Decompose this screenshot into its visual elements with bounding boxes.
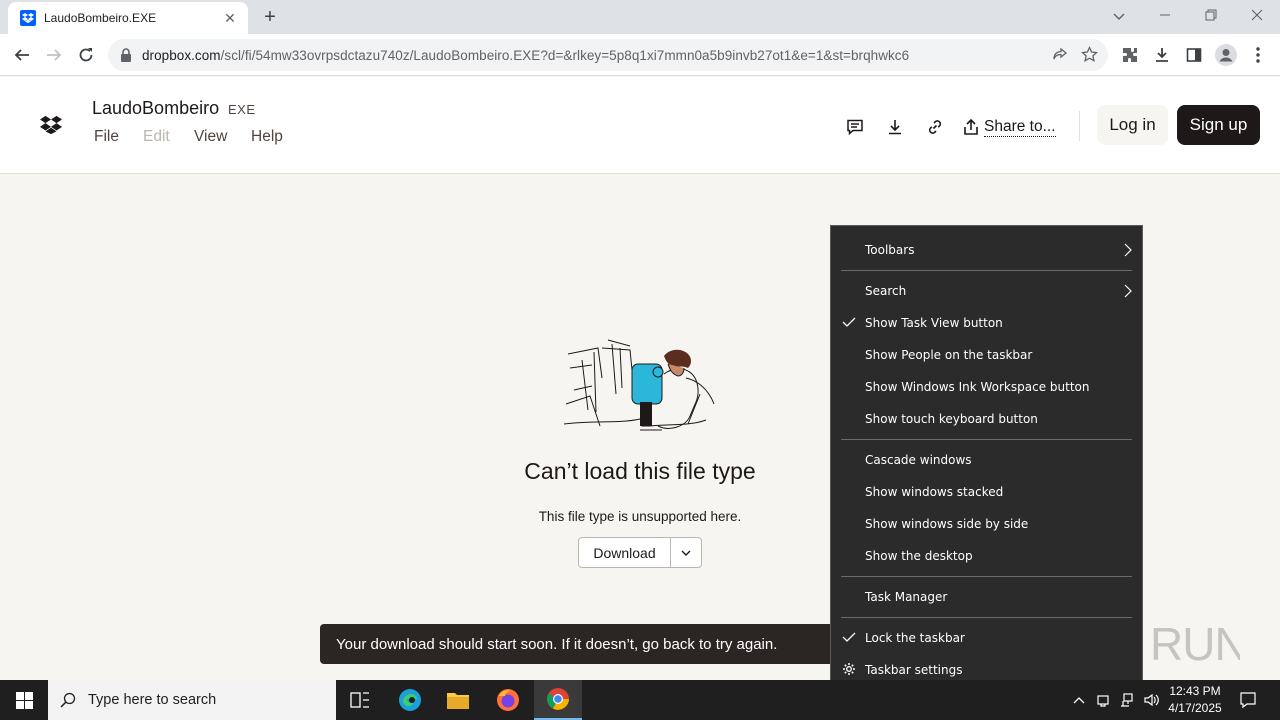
- chrome-app-button[interactable]: [534, 680, 582, 720]
- chevron-down-icon[interactable]: [671, 538, 701, 567]
- tray-app-icon[interactable]: [1093, 690, 1113, 710]
- bookmark-star-icon[interactable]: [1081, 45, 1098, 68]
- menu-item-windows-stacked[interactable]: Show windows stacked: [831, 476, 1142, 508]
- close-window-button[interactable]: [1234, 4, 1280, 28]
- tab-close-icon[interactable]: ✕: [222, 10, 238, 27]
- dropbox-favicon: [20, 10, 36, 26]
- download-button-group: Download: [578, 537, 702, 568]
- chevron-right-icon: [1124, 243, 1132, 257]
- comment-icon[interactable]: [843, 115, 867, 139]
- extensions-icon[interactable]: [1118, 43, 1142, 67]
- menu-view[interactable]: View: [194, 128, 227, 146]
- download-button[interactable]: Download: [579, 538, 671, 567]
- menu-item-toolbars[interactable]: Toolbars: [831, 234, 1142, 266]
- minimize-button[interactable]: [1142, 4, 1188, 28]
- firefox-icon: [497, 689, 519, 711]
- search-icon: [60, 692, 76, 708]
- task-view-button[interactable]: [336, 680, 384, 720]
- start-button[interactable]: [0, 680, 48, 720]
- signup-button[interactable]: Sign up: [1177, 105, 1260, 145]
- reload-button[interactable]: [73, 42, 99, 68]
- network-icon[interactable]: [1117, 690, 1137, 710]
- firefox-app-button[interactable]: [484, 680, 532, 720]
- menu-item-show-ink-workspace[interactable]: Show Windows Ink Workspace button: [831, 371, 1142, 403]
- menu-item-show-desktop[interactable]: Show the desktop: [831, 540, 1142, 572]
- dropbox-header: LaudoBombeiro EXE File Edit View Help Sh…: [0, 77, 1280, 174]
- error-title: Can’t load this file type: [524, 458, 756, 484]
- menu-separator: [841, 439, 1132, 440]
- downloads-icon[interactable]: [1150, 43, 1174, 67]
- windows-taskbar: Type here to search 12:43 PM 4/17/2025: [0, 680, 1280, 720]
- file-extension: EXE: [228, 102, 256, 117]
- gear-icon: [843, 663, 855, 675]
- taskbar-search-box[interactable]: Type here to search: [48, 680, 336, 720]
- binoculars-illustration: [560, 334, 720, 438]
- new-tab-button[interactable]: +: [258, 5, 282, 29]
- checkmark-icon: [842, 317, 856, 327]
- menu-separator: [841, 617, 1132, 618]
- menu-separator: [841, 270, 1132, 271]
- share-page-icon[interactable]: [1052, 47, 1068, 68]
- menu-edit: Edit: [143, 128, 170, 145]
- edge-app-button[interactable]: [386, 680, 434, 720]
- tray-overflow-chevron-icon[interactable]: [1069, 690, 1089, 710]
- menu-file[interactable]: File: [94, 128, 119, 146]
- menu-item-show-people[interactable]: Show People on the taskbar: [831, 339, 1142, 371]
- volume-icon[interactable]: [1141, 690, 1161, 710]
- menu-item-show-touch-keyboard[interactable]: Show touch keyboard button: [831, 403, 1142, 435]
- more-menu-icon[interactable]: [1246, 43, 1270, 67]
- menu-item-lock-taskbar[interactable]: Lock the taskbar: [831, 622, 1142, 654]
- menu-item-search[interactable]: Search: [831, 275, 1142, 307]
- lock-icon[interactable]: [120, 48, 132, 62]
- menu-item-task-manager[interactable]: Task Manager: [831, 581, 1142, 613]
- download-toast: Your download should start soon. If it d…: [320, 624, 860, 664]
- edge-icon: [399, 689, 421, 711]
- share-to-button[interactable]: Share to...: [962, 115, 1056, 139]
- browser-toolbar: dropbox.com/scl/fi/54mw33ovrpsdctazu740z…: [0, 34, 1280, 76]
- clock-date: 4/17/2025: [1168, 701, 1222, 715]
- side-panel-icon[interactable]: [1182, 43, 1206, 67]
- taskbar-clock[interactable]: 12:43 PM 4/17/2025: [1160, 683, 1230, 717]
- clock-time: 12:43 PM: [1169, 684, 1221, 698]
- task-view-icon: [350, 692, 369, 708]
- header-divider: [1079, 111, 1080, 141]
- login-button[interactable]: Log in: [1097, 105, 1168, 145]
- file-explorer-button[interactable]: [434, 680, 482, 720]
- address-bar[interactable]: dropbox.com/scl/fi/54mw33ovrpsdctazu740z…: [108, 39, 1108, 71]
- menu-help[interactable]: Help: [251, 128, 283, 146]
- menu-separator: [841, 576, 1132, 577]
- chrome-icon: [547, 688, 569, 710]
- tab-search-chevron-icon[interactable]: [1096, 4, 1142, 28]
- folder-icon: [447, 693, 469, 709]
- url-text[interactable]: dropbox.com/scl/fi/54mw33ovrpsdctazu740z…: [142, 48, 909, 63]
- chevron-right-icon: [1124, 284, 1132, 298]
- file-name: LaudoBombeiro: [92, 98, 220, 118]
- download-icon[interactable]: [883, 115, 907, 139]
- menu-item-cascade-windows[interactable]: Cascade windows: [831, 444, 1142, 476]
- link-icon[interactable]: [923, 115, 947, 139]
- tab-title: LaudoBombeiro.EXE: [44, 11, 157, 25]
- windows-logo-icon: [15, 691, 33, 709]
- back-button[interactable]: [9, 42, 35, 68]
- menu-item-show-task-view[interactable]: Show Task View button: [831, 307, 1142, 339]
- share-icon: [964, 118, 978, 135]
- menu-item-windows-side-by-side[interactable]: Show windows side by side: [831, 508, 1142, 540]
- svg-text:RUN: RUN: [1150, 618, 1240, 670]
- checkmark-icon: [842, 632, 856, 642]
- error-subtitle: This file type is unsupported here.: [538, 509, 742, 524]
- notification-icon[interactable]: [1238, 690, 1258, 710]
- tab-strip: LaudoBombeiro.EXE ✕ +: [0, 0, 1280, 34]
- dropbox-logo-icon[interactable]: [40, 115, 62, 140]
- browser-tab[interactable]: LaudoBombeiro.EXE ✕: [8, 2, 248, 34]
- taskbar-context-menu: Toolbars Search Show Task View button Sh…: [830, 225, 1143, 695]
- profile-avatar[interactable]: [1214, 43, 1238, 67]
- restore-button[interactable]: [1188, 4, 1234, 28]
- forward-button[interactable]: [41, 42, 67, 68]
